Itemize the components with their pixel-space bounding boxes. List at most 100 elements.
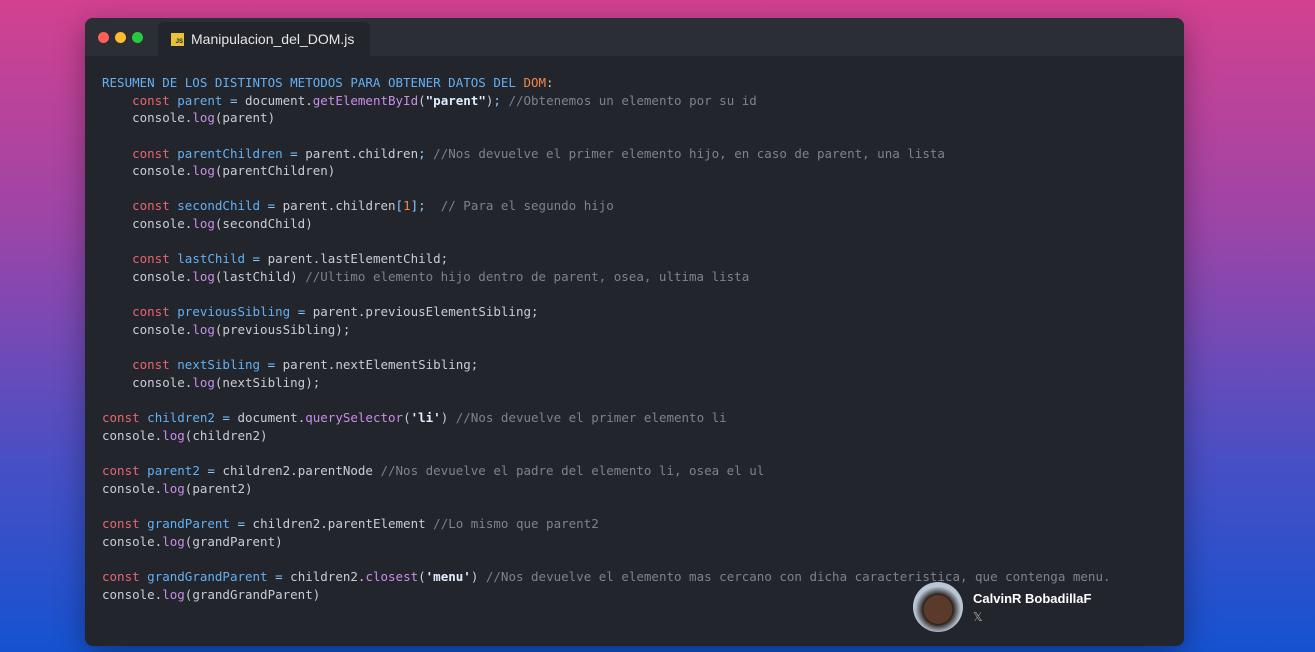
code-token: = — [267, 568, 291, 584]
code-line: console.log(secondChild) — [102, 215, 1111, 233]
code-token: //Nos devuelve el primer elemento li — [448, 410, 727, 426]
code-token: console. — [102, 480, 163, 496]
javascript-file-icon: JS — [171, 32, 184, 46]
code-token: // Para el segundo hijo — [425, 198, 614, 214]
code-token: const — [102, 568, 140, 584]
code-token: parent — [177, 92, 223, 108]
code-token: secondChild — [177, 198, 261, 214]
code-token: const — [132, 251, 170, 267]
code-token: = — [229, 516, 253, 532]
code-token: parent.lastElementChild; — [267, 251, 449, 267]
code-token: log — [192, 110, 215, 126]
code-line: RESUMEN DE LOS DISTINTOS METODOS PARA OB… — [102, 74, 1111, 92]
code-token: console. — [102, 269, 193, 285]
code-token: //Nos devuelve el padre del elemento li,… — [372, 463, 765, 479]
code-token: parent.nextElementSibling; — [282, 357, 479, 373]
code-token: "parent" — [425, 92, 486, 108]
code-token: RESUMEN DE LOS DISTINTOS METODOS PARA OB… — [102, 75, 524, 90]
code-token: console. — [102, 427, 163, 443]
code-token: = — [214, 410, 238, 426]
code-token: log — [162, 480, 185, 496]
code-token: getElementById — [312, 92, 419, 108]
maximize-dot[interactable] — [132, 32, 143, 43]
code-token: log — [192, 321, 215, 337]
code-token: (grandParent) — [184, 533, 283, 549]
code-token: = — [245, 251, 268, 267]
code-line: const nextSibling = parent.nextElementSi… — [102, 356, 1111, 374]
code-token: console. — [102, 586, 163, 602]
code-token: (previousSibling); — [214, 321, 351, 337]
avatar — [913, 582, 963, 632]
code-token: log — [162, 586, 185, 602]
code-token: [ — [395, 198, 404, 214]
code-token: const — [102, 516, 140, 532]
code-token: nextSibling — [177, 357, 261, 373]
code-token: (parent2) — [184, 480, 253, 496]
code-token: (lastChild) — [214, 269, 298, 285]
code-token: const — [102, 410, 140, 426]
x-social-icon[interactable]: 𝕏 — [973, 610, 1091, 624]
code-token: const — [132, 304, 170, 320]
close-dot[interactable] — [98, 32, 109, 43]
code-line: const grandParent = children2.parentElem… — [102, 515, 1111, 533]
code-token: children2. — [290, 568, 366, 584]
code-token: (parent) — [214, 110, 276, 126]
code-token: ( — [418, 92, 426, 108]
code-token: = — [222, 92, 246, 108]
code-token: parentChildren — [177, 145, 283, 161]
code-token: grandParent — [147, 516, 230, 532]
author-badge: CalvinR BobadillaF 𝕏 — [913, 582, 1091, 632]
code-token: ( — [418, 568, 426, 584]
code-token: console. — [102, 216, 193, 232]
code-token: parent.previousElementSibling; — [312, 304, 539, 320]
code-token: //Ultimo elemento hijo dentro de parent,… — [297, 269, 750, 285]
code-token: console. — [102, 374, 193, 390]
code-token: ; — [418, 145, 426, 161]
code-token: (parentChildren) — [214, 163, 336, 179]
code-token: log — [192, 216, 215, 232]
code-token: //Obtenemos un elemento por su id — [500, 92, 757, 108]
code-token: const — [102, 463, 140, 479]
code-token: ]; — [410, 198, 426, 214]
code-token: log — [192, 374, 215, 390]
file-tab[interactable]: JS Manipulacion_del_DOM.js — [158, 22, 370, 56]
code-token: console. — [102, 321, 193, 337]
code-line: const parent2 = children2.parentNode //N… — [102, 462, 1111, 480]
code-token: children2.parentNode — [222, 463, 373, 479]
code-line: console.log(parent) — [102, 109, 1111, 127]
code-token: (secondChild) — [214, 216, 313, 232]
code-token: console. — [102, 110, 193, 126]
code-token: = — [260, 198, 283, 214]
code-token: = — [282, 145, 306, 161]
code-line: console.log(parentChildren) — [102, 162, 1111, 180]
code-token: console. — [102, 533, 163, 549]
code-token: children2 — [147, 410, 215, 426]
code-line: const children2 = document.querySelector… — [102, 409, 1111, 427]
author-name: CalvinR BobadillaF — [973, 590, 1092, 606]
minimize-dot[interactable] — [115, 32, 126, 43]
code-token: : — [546, 75, 554, 90]
code-token: lastChild — [177, 251, 246, 267]
code-token: closest — [365, 568, 419, 584]
code-token: const — [132, 357, 170, 373]
file-tab-label: Manipulacion_del_DOM.js — [191, 31, 355, 47]
code-token: ( — [403, 410, 411, 426]
code-token: 'menu' — [425, 568, 471, 584]
code-line: const parentChildren = parent.children; … — [102, 145, 1111, 163]
code-token: log — [192, 163, 215, 179]
code-line: console.log(parent2) — [102, 480, 1111, 498]
code-token: querySelector — [305, 410, 404, 426]
code-token: = — [199, 463, 223, 479]
code-token: 'li' — [410, 410, 441, 426]
code-token: const — [132, 92, 170, 108]
